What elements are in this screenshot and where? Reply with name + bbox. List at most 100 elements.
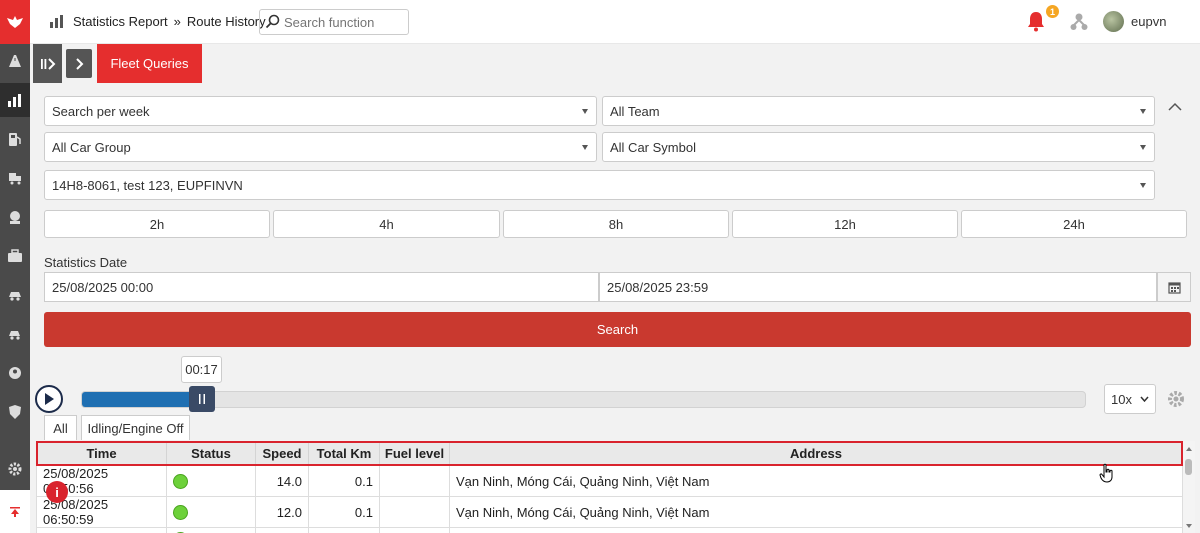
chevron-down-icon — [582, 109, 588, 114]
gear-icon — [8, 462, 22, 476]
cell-fuel-level — [379, 496, 450, 528]
playback-speed-value: 10x — [1111, 391, 1132, 407]
car-symbol-select[interactable]: All Car Symbol — [602, 132, 1155, 162]
username[interactable]: eupvn — [1131, 14, 1166, 29]
playback-time-tooltip: 00:17 — [181, 356, 222, 383]
table-row[interactable] — [36, 527, 1183, 533]
play-button[interactable] — [35, 385, 63, 413]
period-select[interactable]: Search per week — [44, 96, 597, 126]
tab-idling-engine-off[interactable]: Idling/Engine Off — [81, 415, 190, 440]
chevron-down-icon — [1140, 145, 1146, 150]
next-tab-button[interactable] — [66, 49, 92, 78]
briefcase-icon — [8, 249, 22, 262]
sidebar-item-maintenance[interactable] — [0, 317, 30, 351]
sidebar-item-delivery[interactable] — [0, 161, 30, 195]
report-chart-icon — [50, 15, 63, 28]
road-icon — [9, 55, 21, 67]
table-row[interactable]: 25/08/2025 06:50:59 12.0 0.1 Vạn Ninh, M… — [36, 496, 1183, 528]
collapse-filters-button[interactable] — [1168, 100, 1182, 115]
column-speed[interactable]: Speed — [255, 441, 309, 466]
sidebar-item-vehicle[interactable] — [0, 278, 30, 312]
route-table: Time Status Speed Total Km Fuel level Ad… — [36, 441, 1183, 533]
share-icon — [1070, 13, 1088, 30]
playback-progress — [82, 392, 193, 407]
chevron-up-icon — [1168, 102, 1182, 111]
sidebar-item-map[interactable] — [0, 44, 30, 78]
range-12h-button[interactable]: 12h — [732, 210, 958, 238]
scroll-up-icon — [1186, 447, 1192, 451]
date-to-input[interactable]: 25/08/2025 23:59 — [599, 272, 1157, 302]
expand-menu-icon — [40, 57, 55, 70]
table-row[interactable]: 25/08/2025 06:50:56 14.0 0.1 Vạn Ninh, M… — [36, 465, 1183, 497]
tab-all[interactable]: All — [44, 415, 77, 440]
hand-cursor-icon — [1099, 463, 1115, 486]
app-logo[interactable] — [0, 0, 30, 44]
sidebar-item-settings[interactable] — [0, 452, 30, 486]
column-time[interactable]: Time — [36, 441, 167, 466]
cell-fuel-level — [379, 465, 450, 497]
search-input[interactable] — [284, 14, 402, 30]
notification-badge: 1 — [1046, 5, 1059, 18]
status-dot-icon — [173, 505, 188, 521]
range-4h-button[interactable]: 4h — [273, 210, 500, 238]
scroll-down-icon — [1186, 524, 1192, 528]
range-2h-button[interactable]: 2h — [44, 210, 270, 238]
sidebar-item-driver[interactable] — [0, 200, 30, 234]
cell-total-km: 0.1 — [308, 465, 380, 497]
cell-speed: 12.0 — [255, 496, 309, 528]
top-bar: Statistics Report » Route History 1 eupv… — [30, 0, 1200, 44]
sidebar-item-fuel[interactable] — [0, 122, 30, 156]
cell-status — [166, 496, 256, 528]
table-scrollbar[interactable] — [1183, 441, 1195, 533]
playback-track[interactable] — [81, 391, 1086, 408]
range-24h-button[interactable]: 24h — [961, 210, 1187, 238]
function-search[interactable] — [259, 9, 409, 35]
car-group-select[interactable]: All Car Group — [44, 132, 597, 162]
playback-speed-select[interactable]: 10x — [1104, 384, 1156, 414]
avatar[interactable] — [1103, 11, 1124, 32]
breadcrumb-statistics-report[interactable]: Statistics Report — [73, 14, 168, 29]
cell-speed — [255, 527, 309, 533]
calendar-button[interactable] — [1157, 272, 1191, 302]
team-select-value: All Team — [610, 103, 660, 119]
statistics-date-label: Statistics Date — [44, 255, 128, 270]
notification-button[interactable] — [1026, 10, 1046, 35]
search-button[interactable]: Search — [44, 312, 1191, 347]
sidebar-item-users[interactable] — [0, 356, 30, 390]
truck-box-icon — [9, 173, 21, 185]
scroll-top-button[interactable] — [0, 490, 30, 533]
column-status[interactable]: Status — [166, 441, 256, 466]
status-dot-icon — [173, 474, 188, 490]
period-select-value: Search per week — [52, 103, 150, 119]
chevron-down-icon — [1140, 183, 1146, 188]
column-address[interactable]: Address — [449, 441, 1183, 466]
car-symbol-select-value: All Car Symbol — [610, 139, 696, 155]
arrow-up-icon — [10, 506, 20, 517]
table-header-row: Time Status Speed Total Km Fuel level Ad… — [36, 441, 1183, 466]
tab-bar: Fleet Queries — [30, 44, 1200, 83]
sidebar-item-security[interactable] — [0, 395, 30, 429]
sidebar — [0, 0, 30, 533]
drag-handle-icon — [199, 394, 205, 404]
car-wrench-icon — [9, 331, 20, 340]
bar-chart-icon — [8, 94, 21, 107]
breadcrumb-route-history: Route History — [186, 13, 266, 29]
date-from-input[interactable]: 25/08/2025 00:00 — [44, 272, 599, 302]
playback-settings-button[interactable] — [1162, 385, 1190, 413]
cell-speed: 14.0 — [255, 465, 309, 497]
sidebar-item-briefcase[interactable] — [0, 239, 30, 273]
cell-address: Vạn Ninh, Móng Cái, Quảng Ninh, Việt Nam — [449, 496, 1183, 528]
sidebar-item-statistics[interactable] — [0, 83, 30, 117]
toggle-sidebar-button[interactable] — [33, 44, 62, 83]
tab-fleet-queries[interactable]: Fleet Queries — [97, 44, 202, 83]
driver-icon — [10, 211, 20, 224]
column-total-km[interactable]: Total Km — [308, 441, 380, 466]
vehicle-select[interactable]: 14H8-8061, test 123, EUPFINVN — [44, 170, 1155, 200]
share-button[interactable] — [1070, 12, 1088, 35]
team-select[interactable]: All Team — [602, 96, 1155, 126]
scrollbar-thumb[interactable] — [1185, 459, 1192, 475]
column-fuel-level[interactable]: Fuel level — [379, 441, 450, 466]
range-8h-button[interactable]: 8h — [503, 210, 729, 238]
info-icon[interactable]: i — [46, 481, 68, 503]
playback-handle[interactable] — [189, 386, 215, 412]
